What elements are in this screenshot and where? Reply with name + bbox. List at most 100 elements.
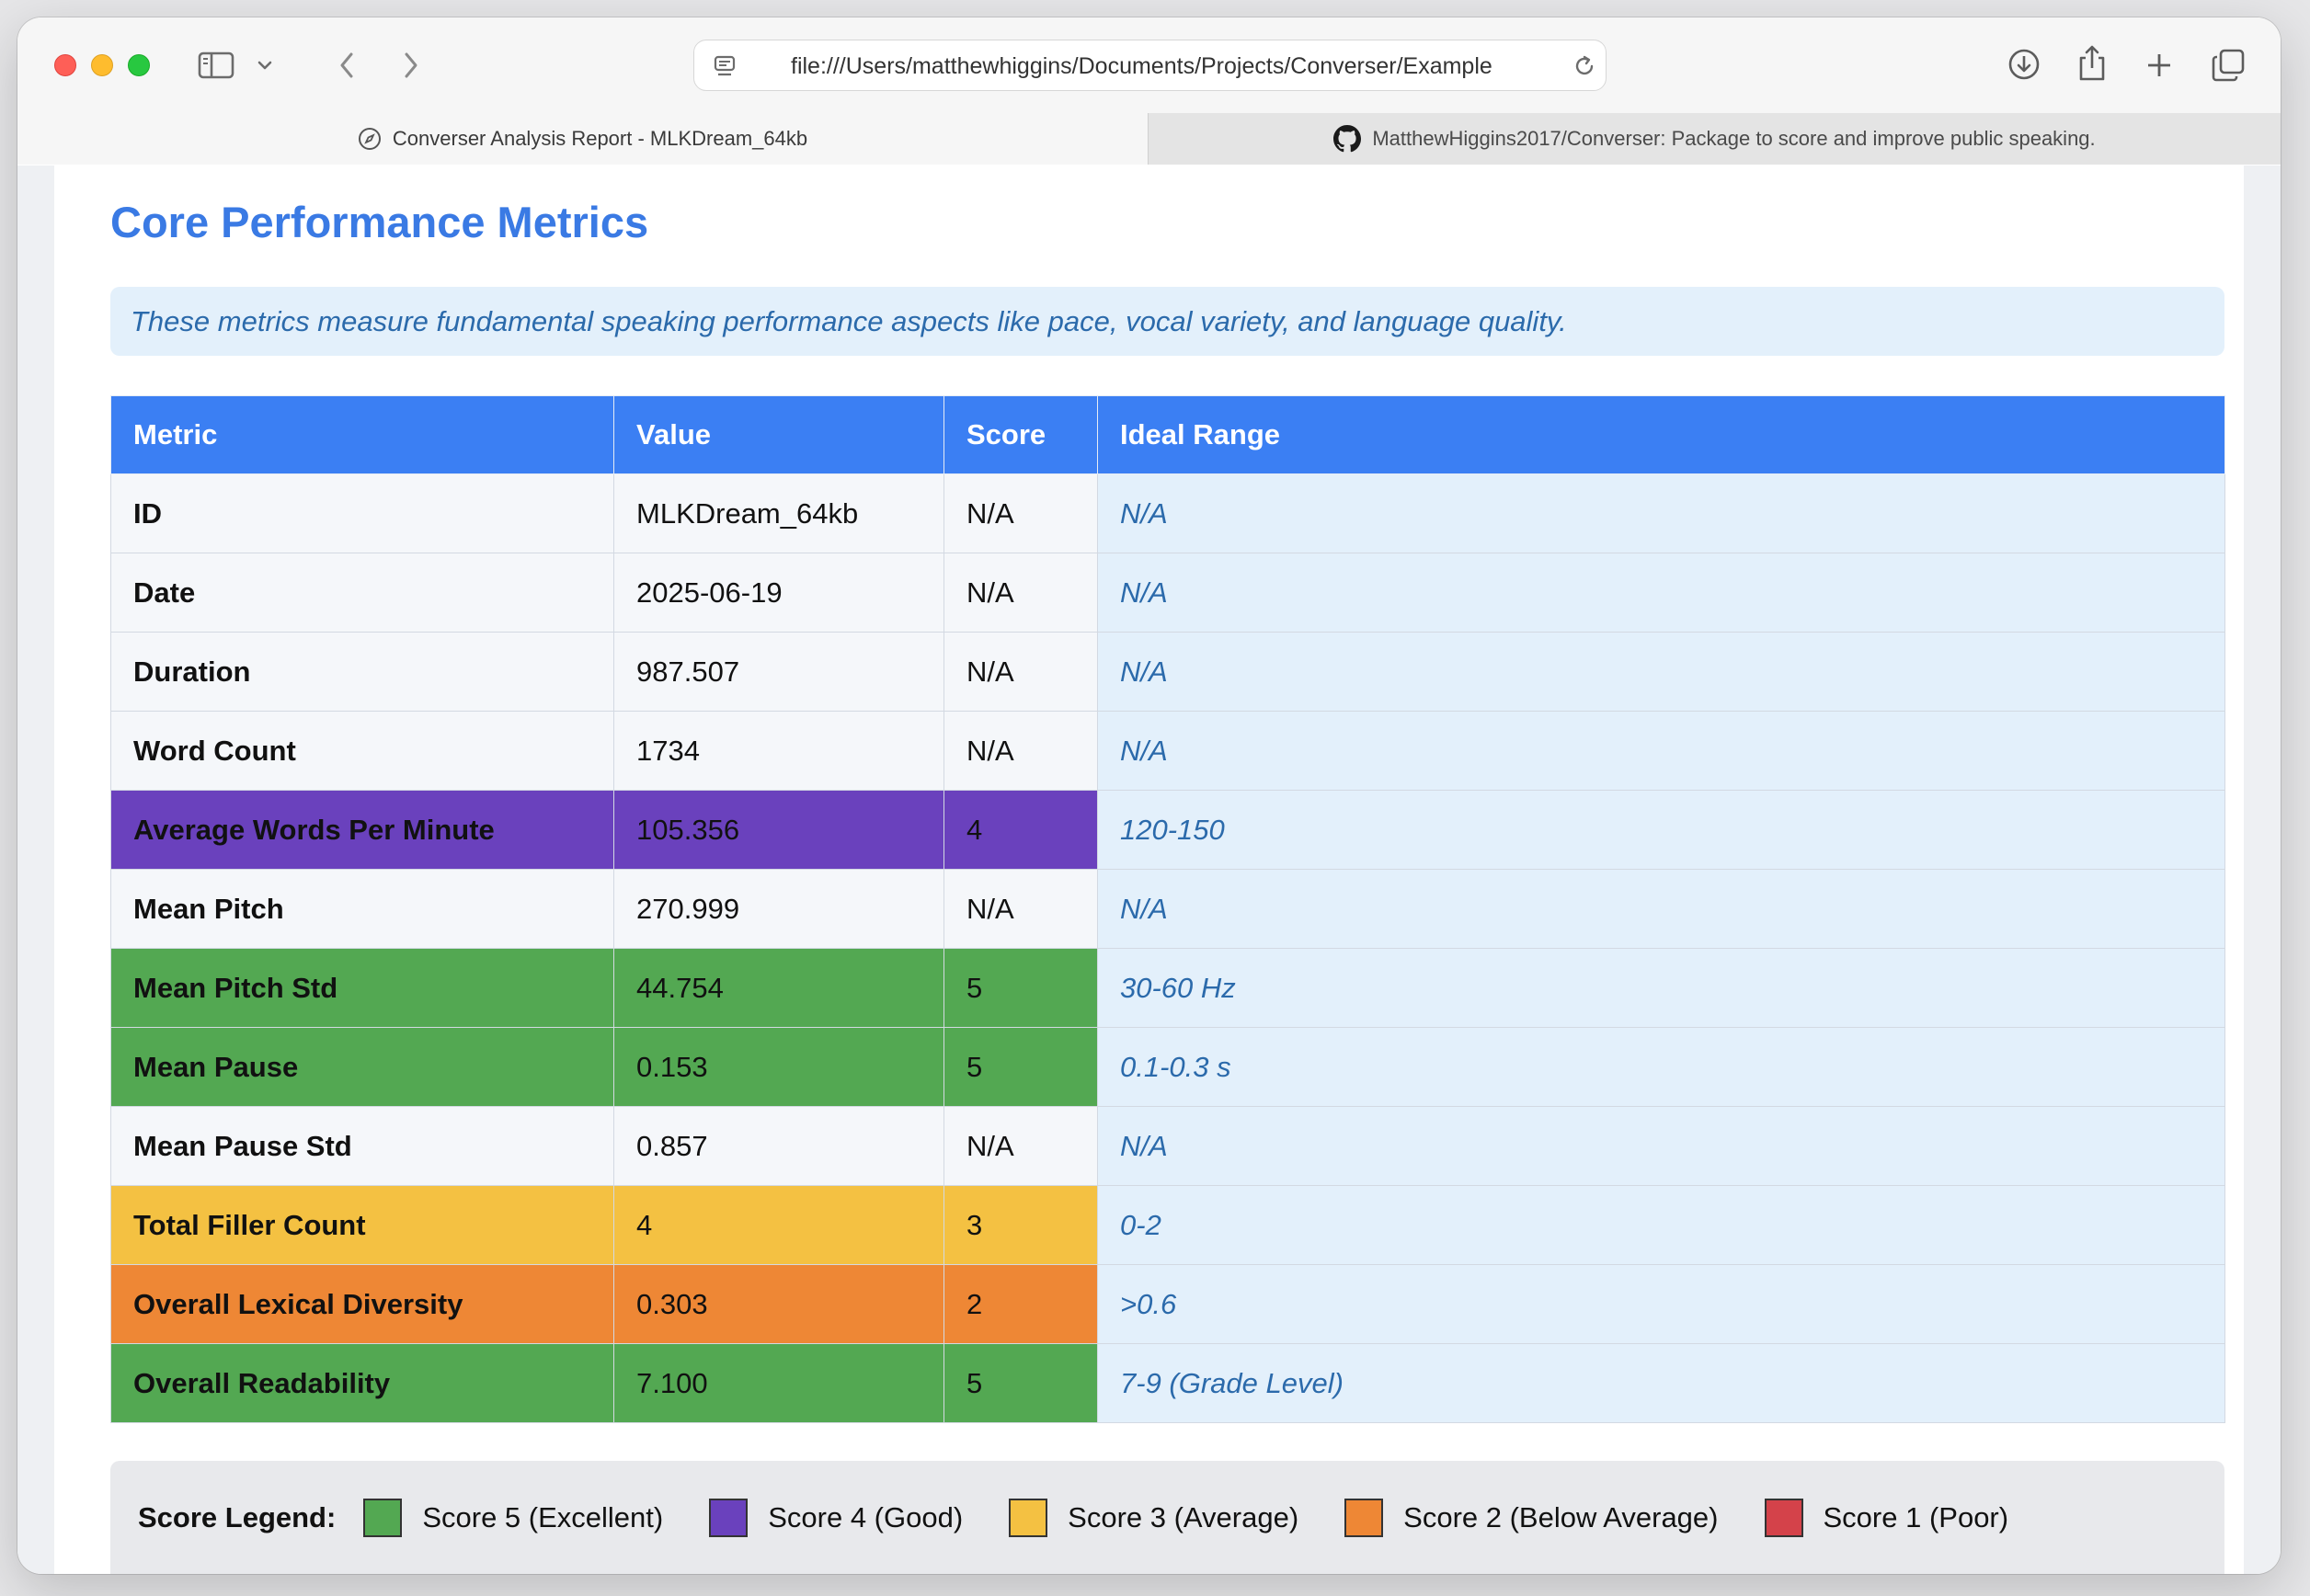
ideal-range-cell: N/A bbox=[1097, 473, 2225, 553]
metric-cell: Overall Readability bbox=[110, 1343, 614, 1423]
ideal-range-cell: 0.1-0.3 s bbox=[1097, 1027, 2225, 1107]
value-cell: MLKDream_64kb bbox=[613, 473, 944, 553]
ideal-range-cell: 0-2 bbox=[1097, 1185, 2225, 1265]
maximize-window-button[interactable] bbox=[128, 54, 150, 76]
metric-cell: Average Words Per Minute bbox=[110, 790, 614, 870]
legend-item: Score 4 (Good) bbox=[709, 1499, 963, 1537]
url-text[interactable]: file:///Users/matthewhiggins/Documents/P… bbox=[791, 51, 1554, 81]
share-icon[interactable] bbox=[2073, 41, 2111, 84]
score-cell: 5 bbox=[943, 1027, 1098, 1107]
value-cell: 0.153 bbox=[613, 1027, 944, 1107]
metric-cell: Date bbox=[110, 553, 614, 633]
metric-cell: Total Filler Count bbox=[110, 1185, 614, 1265]
value-cell: 44.754 bbox=[613, 948, 944, 1028]
score-legend: Score Legend: Score 5 (Excellent) Score 4… bbox=[110, 1461, 2224, 1574]
legend-label: Score 5 (Excellent) bbox=[422, 1501, 664, 1533]
ideal-range-cell: N/A bbox=[1097, 553, 2225, 633]
address-bar[interactable]: file:///Users/matthewhiggins/Documents/P… bbox=[693, 40, 1607, 91]
tab-converser-report[interactable]: Converser Analysis Report - MLKDream_64k… bbox=[17, 113, 1148, 165]
report-section: Core Performance Metrics These metrics m… bbox=[54, 165, 2244, 1574]
table-row: Date 2025-06-19 N/A N/A bbox=[110, 553, 2225, 633]
browser-window: file:///Users/matthewhiggins/Documents/P… bbox=[17, 17, 2281, 1574]
chevron-down-icon[interactable] bbox=[255, 54, 275, 76]
score-cell: 3 bbox=[943, 1185, 1098, 1265]
sidebar-toggle-icon[interactable] bbox=[196, 49, 236, 82]
browser-toolbar: file:///Users/matthewhiggins/Documents/P… bbox=[17, 17, 2281, 113]
metric-cell: Word Count bbox=[110, 711, 614, 791]
metric-cell: Mean Pause bbox=[110, 1027, 614, 1107]
value-cell: 987.507 bbox=[613, 632, 944, 712]
table-row: Mean Pitch 270.999 N/A N/A bbox=[110, 869, 2225, 949]
score-cell: 5 bbox=[943, 1343, 1098, 1423]
legend-item: Score 1 (Poor) bbox=[1764, 1499, 2009, 1537]
score-cell: N/A bbox=[943, 632, 1098, 712]
close-window-button[interactable] bbox=[54, 54, 76, 76]
metric-cell: ID bbox=[110, 473, 614, 553]
column-header-ideal-range: Ideal Range bbox=[1097, 395, 2225, 474]
minimize-window-button[interactable] bbox=[91, 54, 113, 76]
ideal-range-cell: N/A bbox=[1097, 1106, 2225, 1186]
legend-color-swatch bbox=[709, 1499, 749, 1537]
tab-bar: Converser Analysis Report - MLKDream_64k… bbox=[17, 113, 2281, 165]
legend-color-swatch bbox=[1764, 1499, 1803, 1537]
value-cell: 2025-06-19 bbox=[613, 553, 944, 633]
score-cell: N/A bbox=[943, 1106, 1098, 1186]
score-cell: 4 bbox=[943, 790, 1098, 870]
legend-label: Score 2 (Below Average) bbox=[1403, 1501, 1719, 1533]
score-cell: N/A bbox=[943, 711, 1098, 791]
page-settings-icon[interactable] bbox=[711, 51, 740, 81]
ideal-range-cell: 7-9 (Grade Level) bbox=[1097, 1343, 2225, 1423]
github-icon bbox=[1333, 125, 1362, 153]
metric-cell: Mean Pause Std bbox=[110, 1106, 614, 1186]
tab-label: MatthewHiggins2017/Converser: Package to… bbox=[1372, 127, 2096, 150]
legend-label: Score 3 (Average) bbox=[1068, 1501, 1299, 1533]
score-cell: N/A bbox=[943, 553, 1098, 633]
legend-item: Score 3 (Average) bbox=[1009, 1499, 1298, 1537]
metric-cell: Mean Pitch bbox=[110, 869, 614, 949]
ideal-range-cell: 30-60 Hz bbox=[1097, 948, 2225, 1028]
table-row: ID MLKDream_64kb N/A N/A bbox=[110, 473, 2225, 553]
value-cell: 4 bbox=[613, 1185, 944, 1265]
metric-cell: Duration bbox=[110, 632, 614, 712]
page-viewport[interactable]: Core Performance Metrics These metrics m… bbox=[17, 165, 2281, 1574]
tab-github-converser[interactable]: MatthewHiggins2017/Converser: Package to… bbox=[1148, 113, 2281, 165]
legend-color-swatch bbox=[1344, 1499, 1384, 1537]
value-cell: 270.999 bbox=[613, 869, 944, 949]
value-cell: 0.303 bbox=[613, 1264, 944, 1344]
new-tab-icon[interactable] bbox=[2141, 47, 2178, 84]
table-header-row: Metric Value Score Ideal Range bbox=[110, 395, 2225, 474]
legend-item: Score 5 (Excellent) bbox=[363, 1499, 663, 1537]
value-cell: 7.100 bbox=[613, 1343, 944, 1423]
value-cell: 105.356 bbox=[613, 790, 944, 870]
legend-title: Score Legend: bbox=[138, 1501, 337, 1533]
metric-cell: Overall Lexical Diversity bbox=[110, 1264, 614, 1344]
back-arrow-icon[interactable] bbox=[328, 47, 365, 84]
table-row: Mean Pause 0.153 5 0.1-0.3 s bbox=[110, 1027, 2225, 1107]
compass-icon bbox=[358, 127, 382, 151]
table-row: Mean Pitch Std 44.754 5 30-60 Hz bbox=[110, 948, 2225, 1028]
table-row: Mean Pause Std 0.857 N/A N/A bbox=[110, 1106, 2225, 1186]
tab-overview-icon[interactable] bbox=[2208, 45, 2248, 86]
table-row: Word Count 1734 N/A N/A bbox=[110, 711, 2225, 791]
table-row: Overall Lexical Diversity 0.303 2 >0.6 bbox=[110, 1264, 2225, 1344]
score-cell: 5 bbox=[943, 948, 1098, 1028]
value-cell: 1734 bbox=[613, 711, 944, 791]
ideal-range-cell: N/A bbox=[1097, 869, 2225, 949]
legend-color-swatch bbox=[363, 1499, 403, 1537]
score-cell: N/A bbox=[943, 473, 1098, 553]
download-icon[interactable] bbox=[2005, 45, 2043, 84]
table-row: Total Filler Count 4 3 0-2 bbox=[110, 1185, 2225, 1265]
column-header-metric: Metric bbox=[110, 395, 614, 474]
legend-items: Score 5 (Excellent) Score 4 (Good) Score 3… bbox=[363, 1499, 2054, 1537]
legend-label: Score 1 (Poor) bbox=[1823, 1501, 2009, 1533]
ideal-range-cell: N/A bbox=[1097, 632, 2225, 712]
reload-icon[interactable] bbox=[1571, 52, 1598, 80]
section-heading: Core Performance Metrics bbox=[110, 198, 649, 246]
legend-item: Score 2 (Below Average) bbox=[1344, 1499, 1719, 1537]
score-cell: N/A bbox=[943, 869, 1098, 949]
value-cell: 0.857 bbox=[613, 1106, 944, 1186]
tab-label: Converser Analysis Report - MLKDream_64k… bbox=[392, 127, 808, 150]
ideal-range-cell: 120-150 bbox=[1097, 790, 2225, 870]
legend-color-swatch bbox=[1009, 1499, 1048, 1537]
forward-arrow-icon[interactable] bbox=[393, 47, 429, 84]
